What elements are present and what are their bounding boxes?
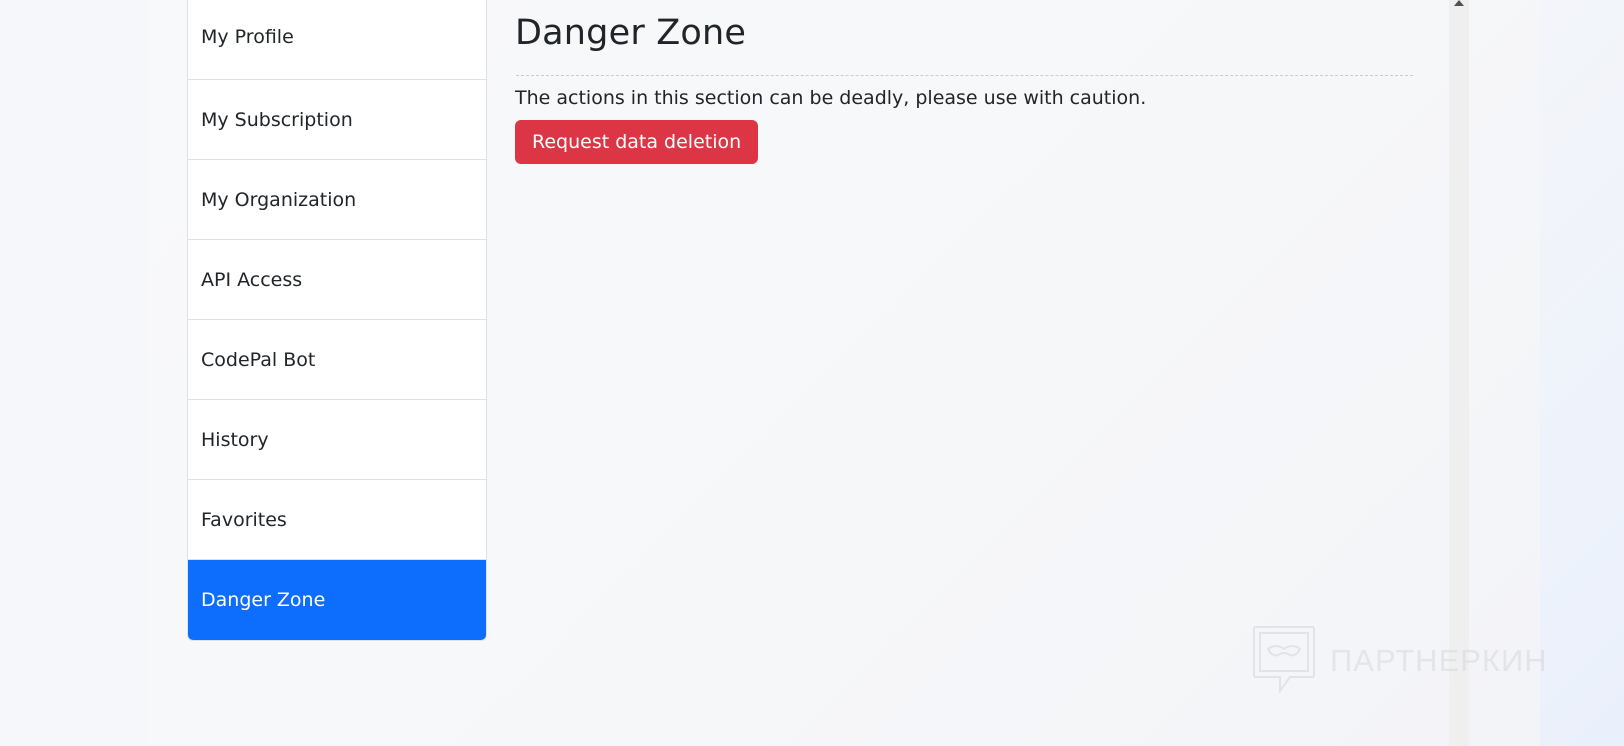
chat-bubble-icon <box>1252 625 1316 697</box>
sidebar-item-label: Favorites <box>201 508 287 531</box>
warning-text: The actions in this section can be deadl… <box>515 87 1147 109</box>
settings-sidebar: My Profile My Subscription My Organizati… <box>187 0 487 641</box>
main-content: Danger Zone The actions in this section … <box>515 0 1413 164</box>
sidebar-item-my-profile[interactable]: My Profile <box>188 0 486 80</box>
scroll-up-arrow-icon[interactable] <box>1454 0 1464 6</box>
sidebar-item-favorites[interactable]: Favorites <box>188 480 486 560</box>
sidebar-item-label: History <box>201 428 269 451</box>
sidebar-item-label: Danger Zone <box>201 589 326 611</box>
sidebar-item-codepal-bot[interactable]: CodePal Bot <box>188 320 486 400</box>
sidebar-item-label: My Organization <box>201 188 357 211</box>
sidebar-item-label: CodePal Bot <box>201 348 316 371</box>
request-data-deletion-button[interactable]: Request data deletion <box>515 120 759 164</box>
sidebar-item-my-organization[interactable]: My Organization <box>188 160 486 240</box>
title-divider <box>515 75 1413 76</box>
sidebar-item-my-subscription[interactable]: My Subscription <box>188 80 486 160</box>
sidebar-item-history[interactable]: History <box>188 400 486 480</box>
sidebar-item-danger-zone[interactable]: Danger Zone <box>188 560 486 640</box>
page-title: Danger Zone <box>515 13 747 53</box>
watermark-text: ПАРТНЕРКИН <box>1330 643 1548 678</box>
sidebar-item-label: API Access <box>201 268 303 291</box>
sidebar-item-label: My Profile <box>201 25 294 48</box>
sidebar-item-label: My Subscription <box>201 108 353 131</box>
sidebar-item-api-access[interactable]: API Access <box>188 240 486 320</box>
watermark: ПАРТНЕРКИН <box>1252 625 1548 697</box>
